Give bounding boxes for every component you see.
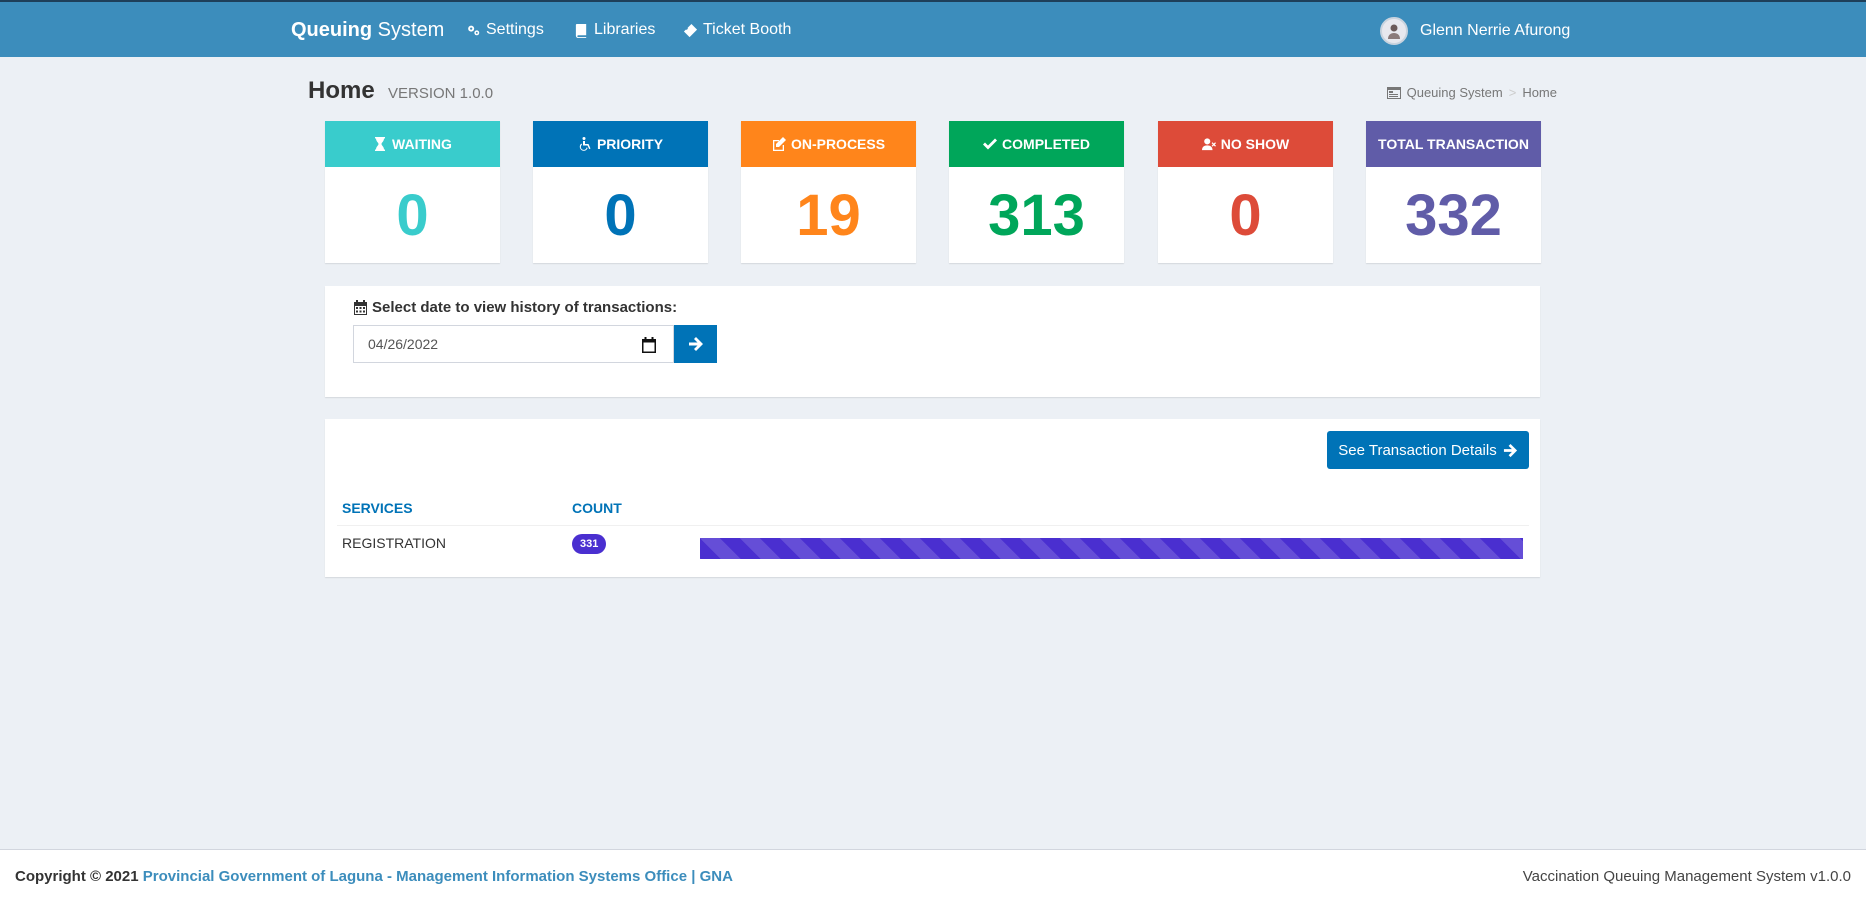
stat-priority-label: PRIORITY [596, 136, 664, 152]
user-menu[interactable]: Glenn Nerrie Afurong [1380, 17, 1570, 45]
see-transaction-details-label: See Transaction Details [1338, 441, 1497, 459]
user-name: Glenn Nerrie Afurong [1420, 22, 1571, 39]
stat-completed-value: 313 [988, 182, 1085, 248]
stat-waiting: WAITING 0 [325, 121, 500, 263]
edit-icon [772, 137, 786, 151]
dashboard-icon [1386, 86, 1401, 99]
page-version: VERSION 1.0.0 [388, 85, 494, 102]
user-avatar-icon [1388, 24, 1400, 39]
stat-on-process-label: ON-PROCESS [790, 136, 886, 152]
history-label-text: Select date to view history of transacti… [372, 299, 678, 316]
table-row-service: REGISTRATION [342, 535, 446, 551]
breadcrumb-item-queuing-system[interactable]: Queuing System [1407, 85, 1503, 100]
book-icon [575, 23, 587, 38]
user-times-icon [1201, 138, 1216, 151]
arrow-right-icon [688, 337, 703, 351]
ticket-icon [683, 23, 698, 37]
breadcrumb-item-home: Home [1522, 85, 1557, 100]
stat-waiting-header: WAITING [325, 121, 500, 167]
stat-no-show-header: NO SHOW [1158, 121, 1333, 167]
date-input-value: 04/26/2022 [368, 336, 439, 352]
nav-libraries[interactable]: Libraries [574, 21, 655, 39]
copyright-text: Copyright © 2021 [15, 868, 139, 885]
nav-settings[interactable]: Settings [466, 21, 544, 39]
count-badge: 331 [572, 534, 607, 554]
top-navbar: Queuing System Settings Libraries Ticket… [0, 0, 1866, 57]
footer-org-link[interactable]: Provincial Government of Laguna - Manage… [143, 868, 733, 885]
date-input[interactable]: 04/26/2022 [353, 325, 674, 363]
stat-total-transaction-value: 332 [1405, 182, 1502, 248]
stat-completed: COMPLETED 313 [949, 121, 1124, 263]
check-icon [983, 138, 998, 150]
avatar [1380, 17, 1408, 45]
stat-completed-header: COMPLETED [949, 121, 1124, 167]
calendar-picker-icon[interactable] [641, 337, 657, 353]
hourglass-icon [375, 137, 386, 151]
footer: Copyright © 2021 Provincial Government o… [0, 849, 1866, 903]
view-history-button[interactable] [674, 325, 717, 363]
gears-icon [468, 25, 480, 35]
wheelchair-icon [579, 137, 591, 151]
see-transaction-details-button[interactable]: See Transaction Details [1327, 431, 1529, 469]
stat-total-transaction-label: TOTAL TRANSACTION [1378, 136, 1529, 152]
nav-ticket-booth-label: Ticket Booth [703, 21, 792, 38]
stat-priority-header: PRIORITY [533, 121, 708, 167]
stat-total-transaction: TOTAL TRANSACTION 332 [1366, 121, 1541, 263]
stat-on-process-header: ON-PROCESS [741, 121, 916, 167]
stat-waiting-label: WAITING [392, 136, 452, 152]
history-label: Select date to view history of transacti… [353, 299, 677, 316]
calendar-icon [354, 300, 367, 315]
stat-total-transaction-header: TOTAL TRANSACTION [1366, 121, 1541, 167]
stat-priority: PRIORITY 0 [533, 121, 708, 263]
brand-logo[interactable]: Queuing System [291, 19, 444, 42]
nav-libraries-label: Libraries [594, 21, 656, 38]
footer-copyright: Copyright © 2021 Provincial Government o… [15, 868, 733, 885]
stat-completed-label: COMPLETED [1002, 136, 1090, 152]
column-header-count: COUNT [572, 500, 622, 516]
stat-priority-value: 0 [604, 182, 637, 248]
service-progress-bar [700, 538, 1523, 559]
stat-no-show: NO SHOW 0 [1158, 121, 1333, 263]
breadcrumb-separator: > [1508, 85, 1517, 100]
nav-settings-label: Settings [486, 21, 544, 38]
stat-no-show-label: NO SHOW [1220, 136, 1290, 152]
page-title: Home [308, 77, 375, 104]
nav-ticket-booth[interactable]: Ticket Booth [683, 21, 791, 39]
stat-on-process-value: 19 [796, 182, 861, 248]
stat-on-process: ON-PROCESS 19 [741, 121, 916, 263]
service-progress-fill [700, 538, 1523, 559]
column-header-services: SERVICES [342, 500, 413, 516]
arrow-right-icon [1503, 443, 1517, 457]
stat-waiting-value: 0 [396, 182, 429, 248]
footer-app-version: Vaccination Queuing Management System v1… [1522, 868, 1851, 885]
breadcrumb: Queuing System > Home [1386, 85, 1557, 100]
table-header-divider [337, 525, 1529, 526]
stat-no-show-value: 0 [1229, 182, 1262, 248]
